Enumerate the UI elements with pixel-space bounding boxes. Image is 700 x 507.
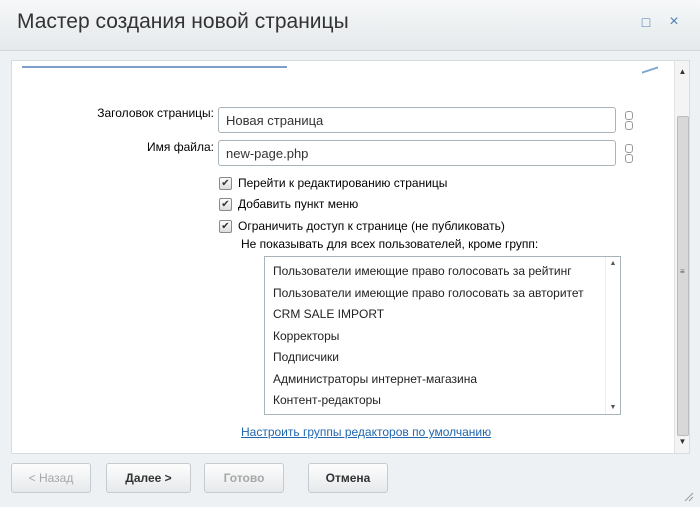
edit-icon [642,61,658,74]
checkmark-icon[interactable]: ✔ [219,176,232,190]
scroll-up-icon[interactable]: ▲ [675,67,689,76]
groups-listbox[interactable]: Пользователи имеющие право голосовать за… [264,256,621,415]
maximize-icon[interactable]: □ [638,14,654,30]
list-item[interactable]: Подписчики [273,350,339,364]
checkbox-label: Добавить пункт меню [238,197,359,211]
checkbox-restrict-access[interactable]: ✔ Ограничить доступ к странице (не публи… [219,218,505,234]
page-title-input[interactable]: Новая страница [218,107,616,133]
list-item[interactable]: Корректоры [273,329,339,343]
wizard-dialog: Мастер создания новой страницы □ × Загол… [0,0,700,507]
scroll-up-icon[interactable]: ▲ [606,260,620,267]
file-name-input[interactable]: new-page.php [218,140,616,166]
resize-grip-icon[interactable] [682,490,694,502]
list-item[interactable]: CRM SALE IMPORT [273,307,384,321]
list-item[interactable]: Контент-редакторы [273,393,381,407]
grip-icon: ≡ [680,267,685,276]
checkmark-icon[interactable]: ✔ [219,197,232,211]
page-title-label: Заголовок страницы: [97,106,214,120]
checkmark-icon[interactable]: ✔ [219,219,232,233]
link-chain-icon[interactable] [625,144,633,163]
content-panel: Заголовок страницы: Новая страница Имя ф… [11,60,690,454]
checkbox-edit-page[interactable]: ✔ Перейти к редактированию страницы [219,175,447,191]
done-button[interactable]: Готово [204,463,284,493]
cancel-button[interactable]: Отмена [308,463,388,493]
title-bar[interactable]: Мастер создания новой страницы □ × [0,0,700,51]
checkbox-label: Ограничить доступ к странице (не публико… [238,219,505,233]
checkbox-add-menu-item[interactable]: ✔ Добавить пункт меню [219,196,358,212]
groups-label: Не показывать для всех пользователей, кр… [241,237,539,251]
scroll-down-icon[interactable]: ▼ [606,404,620,411]
scroll-down-icon[interactable]: ▼ [675,437,689,446]
divider [22,66,287,68]
configure-editor-groups-link[interactable]: Настроить группы редакторов по умолчанию [241,425,491,439]
listbox-scrollbar[interactable]: ▲ ▼ [605,257,620,414]
next-button[interactable]: Далее > [106,463,191,493]
list-item[interactable]: Администраторы интернет-магазина [273,372,477,386]
file-name-label: Имя файла: [147,140,214,154]
close-icon[interactable]: × [666,14,682,30]
checkbox-label: Перейти к редактированию страницы [238,176,448,190]
content-scrollbar[interactable]: ▲ ≡ ▼ [674,61,689,453]
back-button[interactable]: < Назад [11,463,91,493]
list-item[interactable]: Пользователи имеющие право голосовать за… [273,286,584,300]
link-chain-icon[interactable] [625,111,633,130]
dialog-title: Мастер создания новой страницы [17,10,349,33]
scroll-thumb[interactable]: ≡ [677,116,689,436]
list-item[interactable]: Пользователи имеющие право голосовать за… [273,264,572,278]
